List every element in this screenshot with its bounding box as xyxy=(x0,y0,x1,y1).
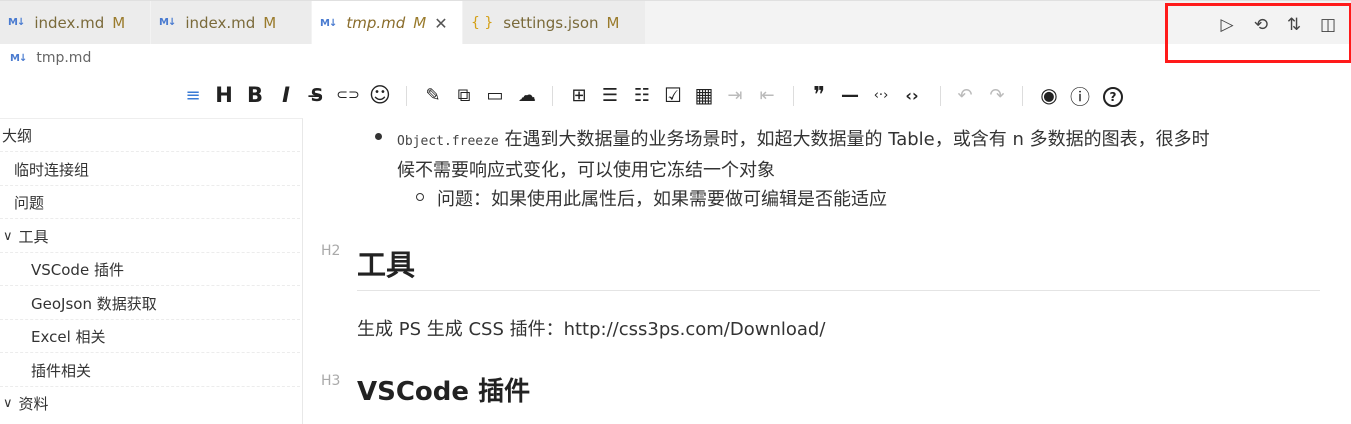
compare-changes-icon[interactable]: ⇅ xyxy=(1283,14,1305,36)
separator xyxy=(1022,86,1023,106)
emoji-icon[interactable]: ☺ xyxy=(367,82,393,108)
align-icon[interactable]: ≡ xyxy=(180,82,206,108)
heading-level-marker: H2 xyxy=(321,243,341,259)
outline-panel: 大纲 临时连接组 问题 ∨ 工具 VSCode 插件 GeoJson 数据获取 … xyxy=(0,118,303,424)
paragraph: 生成 PS 生成 CSS 插件：http://css3ps.com/Downlo… xyxy=(357,319,826,340)
markdown-icon: M↓ xyxy=(159,17,176,28)
undo-icon[interactable]: ↶ xyxy=(952,82,978,108)
horizontal-rule-icon[interactable]: — xyxy=(837,82,863,108)
tab-index-md-2[interactable]: M↓ index.md M xyxy=(151,1,311,44)
table-icon[interactable]: ▦ xyxy=(691,82,717,108)
paste-icon[interactable]: ▭ xyxy=(482,82,508,108)
link-icon[interactable]: ⊂⊃ xyxy=(335,82,361,108)
sub-list-bullet xyxy=(416,193,424,201)
split-editor-icon[interactable]: ◫ xyxy=(1317,14,1339,36)
outline-item[interactable]: Excel 相关 xyxy=(0,320,300,353)
close-icon[interactable]: ✕ xyxy=(434,14,447,33)
heading-h2: 工具 xyxy=(357,248,416,282)
task-list-icon[interactable]: ☑ xyxy=(660,82,686,108)
outline-item-label: 问题 xyxy=(14,193,45,212)
modified-badge: M xyxy=(263,13,277,32)
tab-index-md-1[interactable]: M↓ index.md M xyxy=(0,1,150,44)
outline-item[interactable]: ∨ 工具 xyxy=(0,220,300,253)
chevron-down-icon[interactable]: ∨ xyxy=(3,229,13,244)
italic-icon[interactable]: I xyxy=(273,82,299,108)
markdown-icon: M↓ xyxy=(320,17,337,29)
outline-item-label: 资料 xyxy=(18,395,49,413)
code-block-icon[interactable]: ‹› xyxy=(899,82,925,108)
copy-icon[interactable]: ⧉ xyxy=(451,82,477,108)
separator xyxy=(406,86,407,106)
tab-tmp-md[interactable]: M↓ tmp.md M ✕ xyxy=(312,1,462,45)
editor-actions-highlight: ▷ ⟲ ⇅ ◫ xyxy=(1165,3,1351,63)
outline-item-label: 工具 xyxy=(18,227,49,246)
modified-badge: M xyxy=(112,13,126,32)
tab-settings-json[interactable]: { } settings.json M xyxy=(463,1,645,44)
modified-badge: M xyxy=(413,14,427,32)
heading-underline xyxy=(357,290,1320,291)
markdown-toolbar: ≡ H B I S̶ ⊂⊃ ☺ ✎ ⧉ ▭ ☁ ⊞ ☰ ☷ ☑ ▦ ⇥ ⇤ ❞ … xyxy=(0,76,1351,116)
list-item-continuation: 候不需要响应式变化，可以使用它冻结一个对象 xyxy=(397,160,775,181)
run-icon[interactable]: ▷ xyxy=(1216,14,1238,36)
breadcrumb[interactable]: M↓ tmp.md xyxy=(10,47,91,69)
editor-content[interactable]: Object.freeze 在遇到大数据量的业务场景时，如超大数据量的 Tabl… xyxy=(303,118,1351,424)
insert-icon[interactable]: ⊞ xyxy=(566,82,592,108)
tab-label: tmp.md xyxy=(346,14,406,32)
outline-item[interactable]: 问题 xyxy=(0,186,300,219)
markdown-icon: M↓ xyxy=(8,17,25,28)
heading-icon[interactable]: H xyxy=(211,82,237,108)
breadcrumb-file[interactable]: tmp.md xyxy=(36,50,91,66)
outdent-icon[interactable]: ⇤ xyxy=(754,82,780,108)
bullet-list-icon[interactable]: ☰ xyxy=(597,82,623,108)
tab-label: settings.json xyxy=(503,13,599,32)
upload-icon[interactable]: ☁ xyxy=(514,82,540,108)
strikethrough-icon[interactable]: S̶ xyxy=(304,82,330,108)
outline-item[interactable]: VSCode 插件 xyxy=(0,253,300,286)
tab-label: index.md xyxy=(34,13,105,32)
heading-h3: VSCode 插件 xyxy=(357,377,531,407)
list-bullet xyxy=(375,133,382,140)
outline-item-label: Excel 相关 xyxy=(31,327,106,346)
outline-item[interactable]: 插件相关 xyxy=(0,354,300,387)
separator xyxy=(793,86,794,106)
outline-item-label: 临时连接组 xyxy=(14,160,90,179)
outline-item-label: 插件相关 xyxy=(31,361,92,380)
outline-item[interactable]: GeoJson 数据获取 xyxy=(0,287,300,320)
edit-icon[interactable]: ✎ xyxy=(420,82,446,108)
quote-icon[interactable]: ❞ xyxy=(806,82,832,108)
history-icon[interactable]: ⟲ xyxy=(1250,14,1272,36)
inline-code: Object.freeze xyxy=(397,134,499,149)
json-icon: { } xyxy=(471,14,494,31)
preview-icon[interactable]: ◉ xyxy=(1036,82,1062,108)
outline-item-label: GeoJson 数据获取 xyxy=(31,294,157,313)
list-item-text: Object.freeze 在遇到大数据量的业务场景时，如超大数据量的 Tabl… xyxy=(397,129,1210,150)
separator xyxy=(552,86,553,106)
bold-icon[interactable]: B xyxy=(242,82,268,108)
help-icon[interactable]: ? xyxy=(1103,87,1123,107)
ordered-list-icon[interactable]: ☷ xyxy=(629,82,655,108)
tab-bar: M↓ index.md M M↓ index.md M M↓ tmp.md M … xyxy=(0,0,1351,45)
outline-title: 大纲 xyxy=(0,119,300,152)
markdown-icon: M↓ xyxy=(10,52,27,64)
indent-icon[interactable]: ⇥ xyxy=(722,82,748,108)
info-icon[interactable]: ⓘ xyxy=(1067,82,1093,109)
outline-item[interactable]: ∨ 资料 xyxy=(0,387,300,420)
outline-item-label: VSCode 插件 xyxy=(31,260,124,279)
separator xyxy=(940,86,941,106)
modified-badge: M xyxy=(606,13,620,32)
sub-list-item-text: 问题：如果使用此属性后，如果需要做可编辑是否能适应 xyxy=(437,189,887,210)
outline-item[interactable]: 临时连接组 xyxy=(0,153,300,186)
inline-code-icon[interactable]: ‹·› xyxy=(868,82,894,108)
redo-icon[interactable]: ↷ xyxy=(984,82,1010,108)
tab-label: index.md xyxy=(185,13,256,32)
heading-level-marker: H3 xyxy=(321,373,341,389)
chevron-down-icon[interactable]: ∨ xyxy=(3,396,13,411)
